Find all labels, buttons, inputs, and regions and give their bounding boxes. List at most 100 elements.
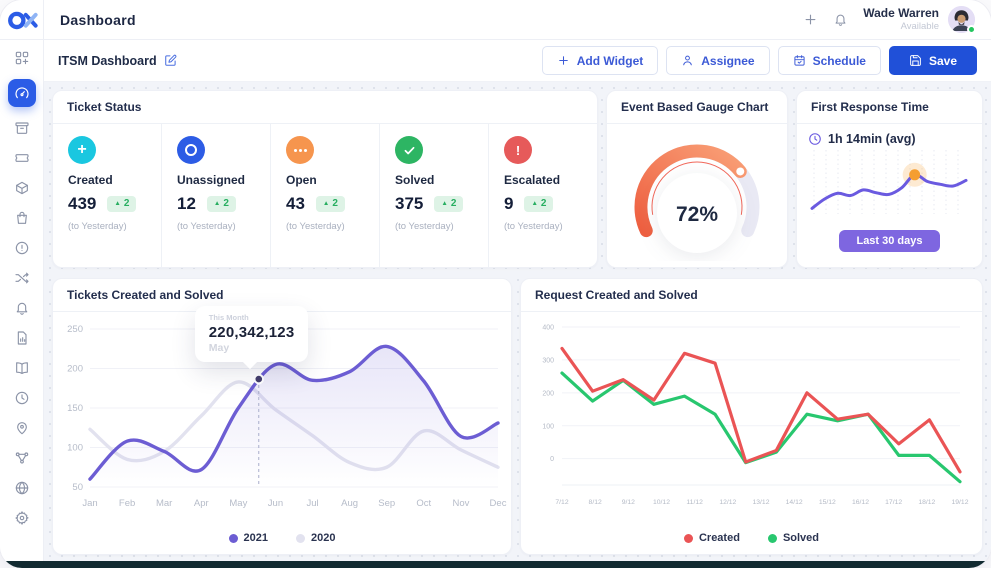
ticket-status-card: Ticket Status + Created 439 ▲ 2 (to Yesterday…: [52, 90, 598, 268]
response-sparkline-chart: [808, 146, 972, 229]
assignee-label: Assignee: [701, 53, 755, 68]
status-delta-badge: ▲ 2: [524, 196, 554, 212]
svg-text:16/12: 16/12: [852, 499, 869, 506]
user-icon: [683, 55, 693, 66]
legend-item-solved[interactable]: Solved: [767, 532, 819, 544]
status-value: 9: [504, 194, 514, 213]
sidebar-item-history[interactable]: [9, 389, 35, 407]
last-30-days-button[interactable]: Last 30 days: [839, 230, 940, 252]
sidebar-item-network[interactable]: [9, 449, 35, 467]
legend-item-2021[interactable]: 2021: [228, 532, 268, 544]
edit-icon[interactable]: [164, 54, 177, 67]
add-widget-button[interactable]: Add Widget: [541, 46, 659, 75]
gauge-card: Event Based Gauge Chart 72%: [606, 90, 788, 268]
status-exclaim-icon: !: [504, 136, 532, 164]
svg-text:Jun: Jun: [268, 498, 283, 509]
sidebar-item-report[interactable]: [9, 329, 35, 347]
presence-dot: [967, 25, 976, 34]
svg-text:0: 0: [550, 456, 554, 463]
ticket-status-item-open[interactable]: Open 43 ▲ 2 (to Yesterday): [270, 124, 379, 267]
svg-text:9/12: 9/12: [622, 499, 635, 506]
svg-text:19/12: 19/12: [951, 499, 968, 506]
status-note: (to Yesterday): [286, 221, 345, 232]
status-ring-icon: [177, 136, 205, 164]
add-button[interactable]: [803, 12, 818, 27]
plus-icon: [805, 14, 816, 25]
sidebar-item-globe[interactable]: [9, 479, 35, 497]
status-delta-badge: ▲ 2: [434, 196, 464, 212]
svg-text:Feb: Feb: [119, 498, 135, 509]
svg-text:200: 200: [542, 390, 554, 397]
svg-text:18/12: 18/12: [918, 499, 935, 506]
status-note: (to Yesterday): [68, 221, 127, 232]
legend-dot: [296, 533, 305, 543]
tooltip-label: This Month: [208, 313, 249, 323]
status-label: Created: [68, 173, 113, 187]
svg-text:Jul: Jul: [306, 498, 318, 509]
sidebar-item-book[interactable]: [9, 359, 35, 377]
add-widget-label: Add Widget: [576, 53, 644, 68]
svg-text:200: 200: [67, 364, 83, 375]
svg-text:7/12: 7/12: [555, 499, 568, 506]
bell-icon: [835, 14, 846, 26]
save-icon: [910, 55, 921, 66]
first-response-title: First Response Time: [797, 91, 982, 124]
requests-chart-title: Request Created and Solved: [521, 279, 982, 312]
svg-text:50: 50: [72, 482, 83, 493]
status-label: Open: [286, 173, 317, 187]
legend-item-created[interactable]: Created: [683, 532, 740, 544]
subheader: ITSM Dashboard Add Widget Assignee Sched…: [44, 40, 991, 82]
status-label: Solved: [395, 173, 435, 187]
svg-text:100: 100: [67, 443, 83, 454]
app-logo[interactable]: [0, 0, 44, 39]
sidebar-item-ticket[interactable]: [9, 149, 35, 167]
svg-text:Mar: Mar: [156, 498, 172, 509]
status-dots-icon: [286, 136, 314, 164]
user-menu[interactable]: Wade Warren Available: [863, 6, 976, 34]
svg-text:May: May: [229, 498, 247, 509]
svg-text:Oct: Oct: [416, 498, 431, 509]
svg-text:100: 100: [542, 423, 554, 430]
svg-text:10/12: 10/12: [653, 499, 670, 506]
svg-text:72%: 72%: [676, 203, 718, 226]
ticket-status-title: Ticket Status: [53, 91, 597, 124]
schedule-button[interactable]: Schedule: [777, 46, 881, 75]
chart-tooltip: This Month 220,342,123 May: [194, 306, 309, 363]
avatar[interactable]: [948, 6, 976, 34]
requests-legend: Created Solved: [521, 528, 982, 554]
sidebar-item-shuffle[interactable]: [9, 269, 35, 287]
ticket-status-item-unassigned[interactable]: Unassigned 12 ▲ 2 (to Yesterday): [161, 124, 270, 267]
topbar: Dashboard Wade Warren Available: [0, 0, 991, 40]
status-check-icon: [395, 136, 423, 164]
tooltip-month: May: [208, 342, 230, 355]
tickets-chart: This Month 220,342,123 May 50 100 150 200 25…: [53, 306, 511, 528]
save-button[interactable]: Save: [888, 46, 977, 75]
sidebar-item-package[interactable]: [9, 179, 35, 197]
assignee-button[interactable]: Assignee: [666, 46, 770, 75]
sidebar-item-archive[interactable]: [9, 119, 35, 137]
sidebar-item-bag[interactable]: [9, 209, 35, 227]
status-label: Unassigned: [177, 173, 246, 187]
ticket-status-item-created[interactable]: + Created 439 ▲ 2 (to Yesterday): [53, 124, 161, 267]
calendar-icon: [794, 55, 805, 66]
sidebar-item-gear[interactable]: [9, 509, 35, 527]
svg-text:150: 150: [67, 403, 83, 414]
sidebar-item-gauge[interactable]: [7, 79, 36, 107]
svg-text:14/12: 14/12: [786, 499, 803, 506]
tooltip-value: 220,342,123: [208, 324, 295, 342]
status-delta-badge: ▲ 2: [107, 196, 137, 212]
svg-text:250: 250: [67, 324, 83, 335]
sidebar-item-alert[interactable]: [9, 239, 35, 257]
ticket-status-item-escalated[interactable]: ! Escalated 9 ▲ 2 (to Yesterday): [488, 124, 597, 267]
first-response-card: First Response Time 1h 14min (avg) Last …: [796, 90, 983, 268]
legend-item-2020[interactable]: 2020: [296, 532, 335, 544]
sidebar-item-bell[interactable]: [9, 299, 35, 317]
notifications-button[interactable]: [833, 12, 848, 27]
status-label: Escalated: [504, 173, 561, 187]
sidebar-item-pin[interactable]: [9, 419, 35, 437]
sidebar-item-apps[interactable]: [9, 49, 35, 67]
sidebar: [0, 40, 44, 568]
status-value: 43: [286, 194, 305, 213]
svg-text:17/12: 17/12: [885, 499, 902, 506]
ticket-status-item-solved[interactable]: Solved 375 ▲ 2 (to Yesterday): [379, 124, 488, 267]
